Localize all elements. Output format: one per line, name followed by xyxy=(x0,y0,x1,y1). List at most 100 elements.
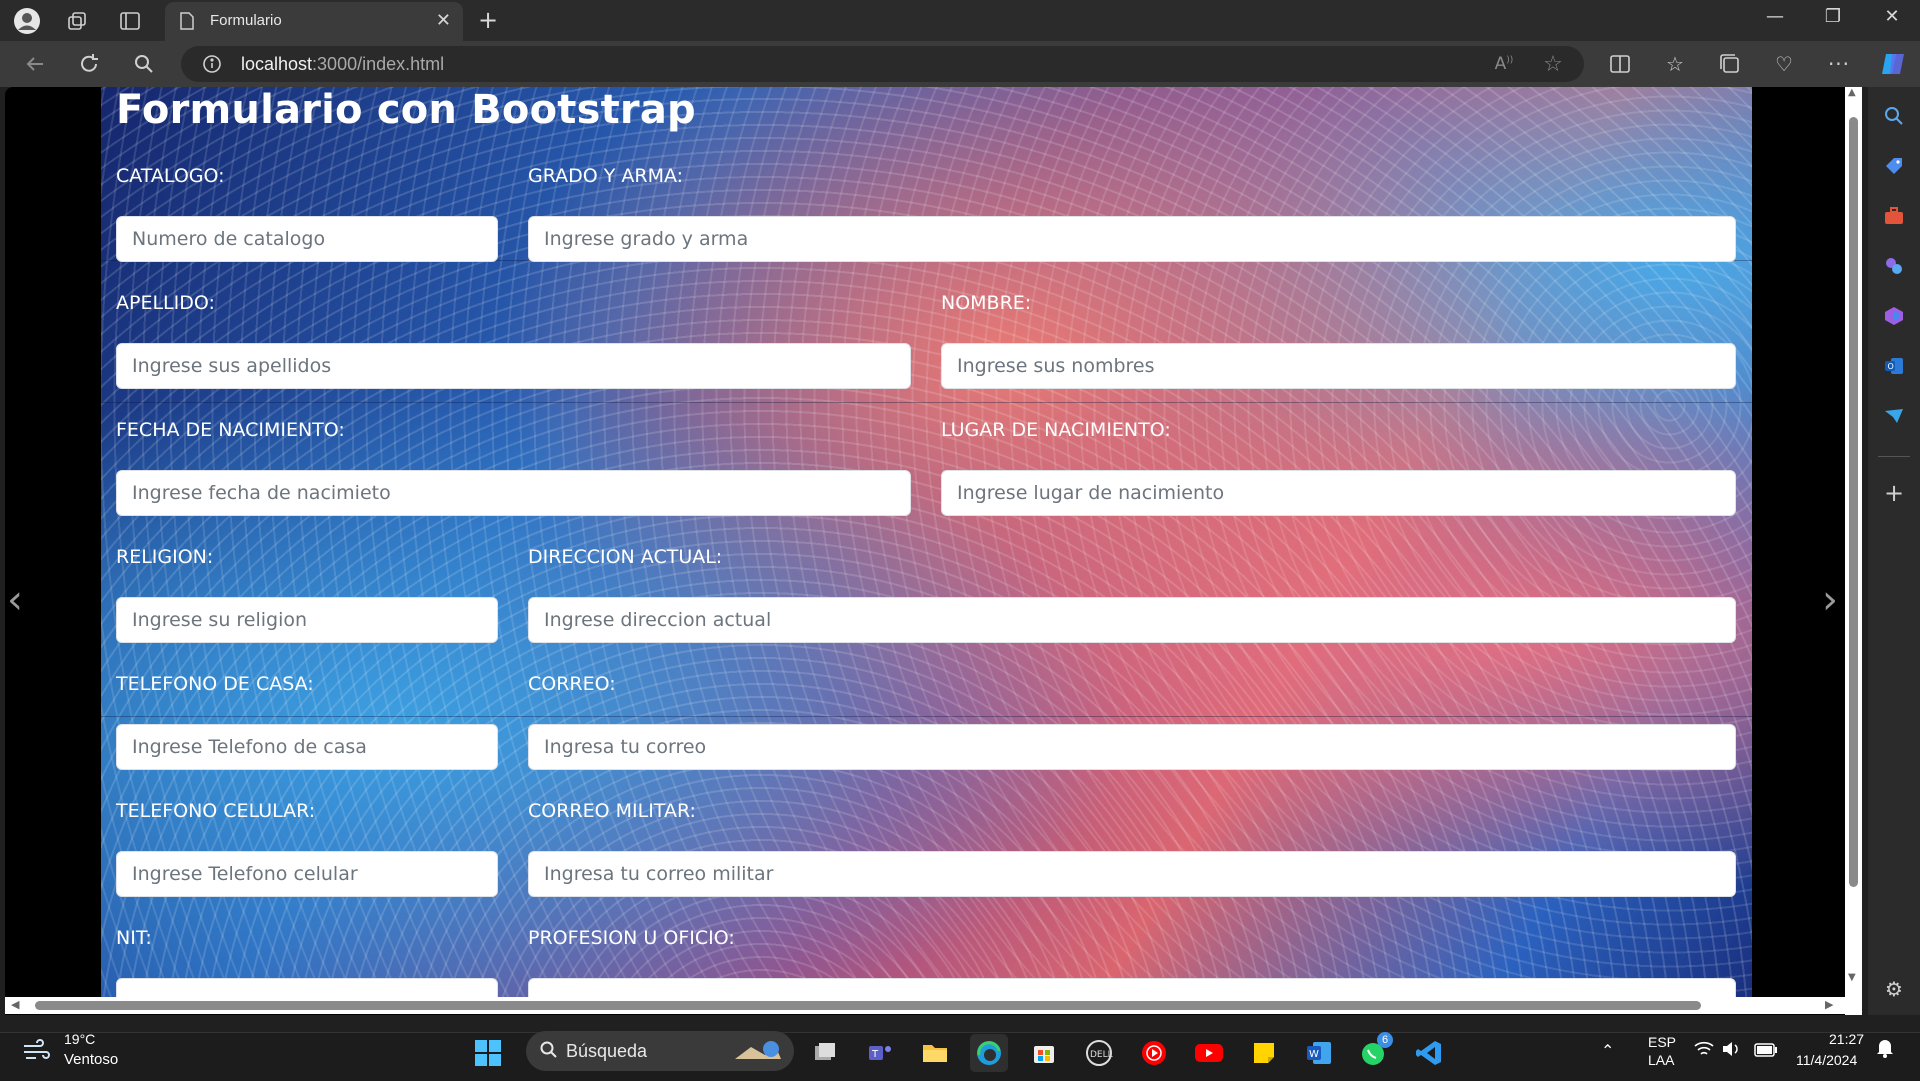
language-top[interactable]: ESP xyxy=(1648,1034,1676,1050)
svg-text:O: O xyxy=(1888,362,1894,371)
label-direccion-actual: DIRECCION ACTUAL: xyxy=(528,546,723,568)
label-telefono-celular: TELEFONO CELULAR: xyxy=(116,800,316,822)
sidebar-tools-icon[interactable] xyxy=(1880,202,1908,230)
label-telefono-casa: TELEFONO DE CASA: xyxy=(116,673,314,695)
address-bar[interactable]: localhost:3000/index.html A)) ☆ xyxy=(181,46,1584,82)
background-divider xyxy=(101,716,1752,717)
scroll-left-icon[interactable]: ◀ xyxy=(11,998,19,1011)
notification-bell-icon[interactable] xyxy=(1876,1038,1894,1062)
more-options-icon[interactable]: ··· xyxy=(1824,49,1854,79)
wifi-icon[interactable] xyxy=(1693,1040,1715,1062)
apellido-input[interactable] xyxy=(116,343,911,389)
label-nombre: NOMBRE: xyxy=(941,292,1032,314)
tab-formulario[interactable]: Formulario ✕ xyxy=(165,2,463,41)
clock-date[interactable]: 11/4/2024 xyxy=(1796,1052,1857,1068)
sidebar-settings-icon[interactable]: ⚙ xyxy=(1880,975,1908,1003)
telefono-celular-input[interactable] xyxy=(116,851,498,897)
edge-sidebar: O + ⚙ xyxy=(1868,87,1920,1015)
task-view-icon[interactable] xyxy=(806,1034,844,1072)
sidebar-shopping-icon[interactable] xyxy=(1880,152,1908,180)
correo-input[interactable] xyxy=(528,724,1736,770)
profile-icon[interactable] xyxy=(12,6,42,36)
browser-essentials-icon[interactable]: ♡ xyxy=(1769,49,1799,79)
sidebar-office-icon[interactable] xyxy=(1880,302,1908,330)
restore-icon[interactable]: ❐ xyxy=(1813,6,1853,27)
dell-icon[interactable]: DELL xyxy=(1080,1034,1118,1072)
vscode-icon[interactable] xyxy=(1410,1034,1448,1072)
store-icon[interactable] xyxy=(1025,1034,1063,1072)
scroll-up-icon[interactable]: ▲ xyxy=(1848,87,1856,98)
refresh-icon[interactable] xyxy=(74,49,104,79)
carousel-prev-icon[interactable]: ‹ xyxy=(7,577,23,623)
word-icon[interactable]: W xyxy=(1300,1034,1338,1072)
nombre-input[interactable] xyxy=(941,343,1736,389)
vertical-scrollbar[interactable]: ▲ ▼ xyxy=(1845,87,1862,1015)
search-highlight-icon xyxy=(731,1037,785,1069)
youtube-music-icon[interactable] xyxy=(1135,1034,1173,1072)
tray-overflow-icon[interactable]: ⌃ xyxy=(1601,1041,1614,1061)
nit-input[interactable] xyxy=(116,978,498,997)
edge-icon[interactable] xyxy=(970,1034,1008,1072)
minimize-icon[interactable]: — xyxy=(1755,6,1795,27)
weather-description[interactable]: Ventoso xyxy=(64,1051,118,1068)
address-toolbar: localhost:3000/index.html A)) ☆ ☆ ♡ ··· xyxy=(0,41,1920,87)
tab-bar: Formulario ✕ + — ❐ ✕ xyxy=(0,0,1920,41)
copilot-icon[interactable] xyxy=(1878,49,1908,79)
teams-icon[interactable]: T xyxy=(861,1034,899,1072)
youtube-icon[interactable] xyxy=(1190,1034,1228,1072)
clock-time[interactable]: 21:27 xyxy=(1829,1031,1864,1047)
language-bottom[interactable]: LAA xyxy=(1648,1052,1674,1068)
catalogo-input[interactable] xyxy=(116,216,498,262)
correo-militar-input[interactable] xyxy=(528,851,1736,897)
site-info-icon[interactable] xyxy=(199,52,225,76)
search-icon[interactable] xyxy=(129,49,159,79)
close-window-icon[interactable]: ✕ xyxy=(1872,6,1912,27)
religion-input[interactable] xyxy=(116,597,498,643)
taskbar-search-icon xyxy=(540,1041,558,1063)
label-religion: RELIGION: xyxy=(116,546,214,568)
label-correo-militar: CORREO MILITAR: xyxy=(528,800,696,822)
split-screen-icon[interactable] xyxy=(1605,49,1635,79)
grado-arma-input[interactable] xyxy=(528,216,1736,262)
whatsapp-icon[interactable]: 6 xyxy=(1355,1032,1393,1072)
sticky-notes-icon[interactable] xyxy=(1245,1034,1283,1072)
favorites-icon[interactable]: ☆ xyxy=(1660,49,1690,79)
label-catalogo: CATALOGO: xyxy=(116,165,225,187)
scroll-right-icon[interactable]: ▶ xyxy=(1825,998,1833,1011)
taskbar-search[interactable]: Búsqueda xyxy=(526,1031,794,1071)
horizontal-scroll-thumb[interactable] xyxy=(35,1001,1701,1010)
svg-text:DELL: DELL xyxy=(1090,1050,1113,1060)
label-grado-arma: GRADO Y ARMA: xyxy=(528,165,684,187)
carousel-next-icon[interactable]: › xyxy=(1822,577,1838,623)
direccion-actual-input[interactable] xyxy=(528,597,1736,643)
vertical-scroll-thumb[interactable] xyxy=(1849,117,1858,887)
favorite-star-icon[interactable]: ☆ xyxy=(1540,52,1566,77)
new-tab-icon[interactable]: + xyxy=(478,6,498,34)
sidebar-outlook-icon[interactable]: O xyxy=(1880,352,1908,380)
back-icon[interactable] xyxy=(20,49,50,79)
weather-wind-icon[interactable] xyxy=(22,1038,52,1066)
workspaces-icon[interactable] xyxy=(62,6,92,36)
label-profesion-oficio: PROFESION U OFICIO: xyxy=(528,927,735,949)
sidebar-drop-icon[interactable] xyxy=(1880,402,1908,430)
close-tab-icon[interactable]: ✕ xyxy=(436,10,451,31)
scroll-down-icon[interactable]: ▼ xyxy=(1848,972,1856,983)
sidebar-add-icon[interactable]: + xyxy=(1880,479,1908,507)
vertical-tabs-icon[interactable] xyxy=(115,6,145,36)
fecha-nacimiento-input[interactable] xyxy=(116,470,911,516)
weather-temperature[interactable]: 19°C xyxy=(64,1031,95,1047)
start-button-icon[interactable] xyxy=(469,1034,507,1072)
sidebar-search-icon[interactable] xyxy=(1880,102,1908,130)
svg-text:W: W xyxy=(1309,1049,1319,1060)
collections-icon[interactable] xyxy=(1715,49,1745,79)
volume-icon[interactable] xyxy=(1721,1040,1741,1062)
profesion-oficio-input[interactable] xyxy=(528,978,1736,997)
lugar-nacimiento-input[interactable] xyxy=(941,470,1736,516)
horizontal-scrollbar[interactable]: ◀ ▶ xyxy=(5,997,1845,1014)
telefono-casa-input[interactable] xyxy=(116,724,498,770)
sidebar-games-icon[interactable] xyxy=(1880,252,1908,280)
battery-icon[interactable] xyxy=(1754,1042,1778,1061)
read-aloud-icon[interactable]: A)) xyxy=(1491,52,1517,76)
file-explorer-icon[interactable] xyxy=(916,1034,954,1072)
web-viewport: ‹ › Formulario con Bootstrap CATALOGO: G… xyxy=(5,87,1845,1015)
